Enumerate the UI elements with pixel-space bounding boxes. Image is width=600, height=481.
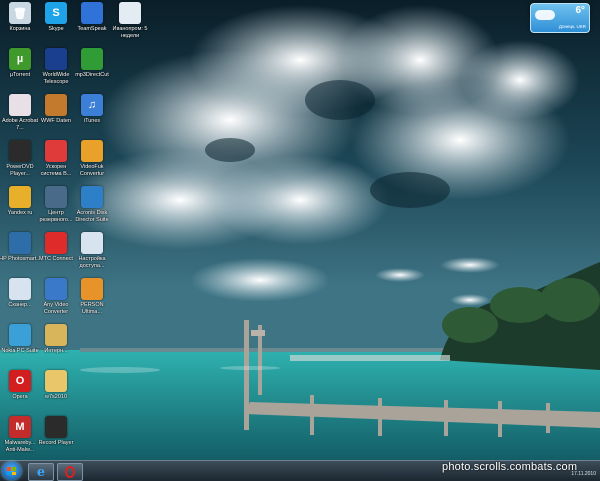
app-icon [45,278,67,300]
desktop-icon[interactable]: VideoFuk Convertur [72,140,112,186]
app-icon [9,278,31,300]
app-icon [81,48,103,70]
desktop-icon[interactable]: Any Video Converter [36,278,76,324]
taskbar-opera[interactable] [57,463,83,481]
desktop-icon-label: Интерн... [44,348,68,354]
desktop-icon[interactable]: PERSON Ultima... [72,278,112,324]
desktop-icon[interactable]: Настройка доступа... [72,232,112,278]
app-icon [81,278,103,300]
desktop-icon[interactable]: Acronis Disk Director Suite [72,186,112,232]
desktop-icon-label: iTunes [83,118,101,124]
app-icon [45,186,67,208]
desktop-icon[interactable]: Интерн... [36,324,76,370]
desktop-icon[interactable]: TeamSpeak [72,2,112,48]
app-icon [45,370,67,392]
desktop-icon[interactable]: w7s2010 [36,370,76,416]
app-icon: 🗑 [9,2,31,24]
app-icon [45,140,67,162]
desktop-icon[interactable]: Сканер... [0,278,40,324]
desktop-icon-label: Иванопром: 5 недели [112,26,148,39]
desktop-icon-label: PERSON Ultima... [80,302,104,315]
desktop-icon-label: VideoFuk Convertur [79,164,105,177]
weather-cloud-icon [535,10,555,20]
taskbar-internet-explorer[interactable]: e [28,463,54,481]
app-icon [45,324,67,346]
desktop-icon[interactable]: Record Player [36,416,76,462]
desktop-icon[interactable]: 🗑 Корзина [0,2,40,48]
app-icon [45,416,67,438]
desktop-icon[interactable]: Nokia PC Suite [0,324,40,370]
app-icon: S [45,2,67,24]
app-icon [45,48,67,70]
desktop-icon[interactable]: S Skype [36,2,76,48]
start-button[interactable] [2,462,21,480]
app-icon [81,140,103,162]
desktop-icon[interactable]: M Malwareby... Anti-Malw... [0,416,40,462]
app-icon: O [9,370,31,392]
desktop-icon[interactable]: ♫ iTunes [72,94,112,140]
app-icon [9,94,31,116]
desktop-icon[interactable]: WorldWide Telescope [36,48,76,94]
desktop-icon-label: Record Player [38,440,74,446]
app-icon [9,324,31,346]
app-icon [81,232,103,254]
app-icon [45,232,67,254]
desktop-icon-label: mp3DirectCut [75,72,109,78]
desktop-icon[interactable]: Иванопром: 5 недели [110,2,150,48]
desktop-icon-label: w7s2010 [44,394,68,400]
desktop-icon[interactable]: Adobe Acrobat 7... [0,94,40,140]
desktop-icon[interactable]: Ускорен система В... [36,140,76,186]
weather-city: Донецк, UKR [558,24,586,29]
windows-logo-icon [7,467,16,475]
app-icon: µ [9,48,31,70]
app-icon: M [9,416,31,438]
desktop-icon-label: Acronis Disk Director Suite [75,210,109,223]
desktop-icon[interactable]: Yandex ru [0,186,40,232]
desktop-icon-label: TeamSpeak [77,26,107,32]
app-icon [9,232,31,254]
watermark-text: photo.scrolls.combats.com [442,461,578,473]
app-icon [81,186,103,208]
app-icon [81,2,103,24]
desktop-icon-label: Настройка доступа... [78,256,106,269]
app-icon [9,186,31,208]
weather-gadget[interactable]: 6° Донецк, UKR [530,3,590,33]
app-icon: ♫ [81,94,103,116]
desktop-icon[interactable]: HP Photosmart... [0,232,41,278]
desktop-icon[interactable]: PowerDVD Player... [0,140,40,186]
desktop-icon[interactable]: MTC Connect [36,232,76,278]
desktop-icon[interactable]: WWF Daten [36,94,76,140]
desktop-icon[interactable]: mp3DirectCut [72,48,112,94]
internet-explorer-icon: e [36,464,46,480]
app-icon [45,94,67,116]
desktop-icon[interactable]: µ µTorrent [0,48,40,94]
desktop-icon[interactable]: Центр резервного... [36,186,76,232]
app-icon [9,140,31,162]
desktop-icon[interactable]: O Opera [0,370,40,416]
app-icon [119,2,141,24]
opera-icon [65,466,75,478]
weather-temperature: 6° [575,5,585,16]
